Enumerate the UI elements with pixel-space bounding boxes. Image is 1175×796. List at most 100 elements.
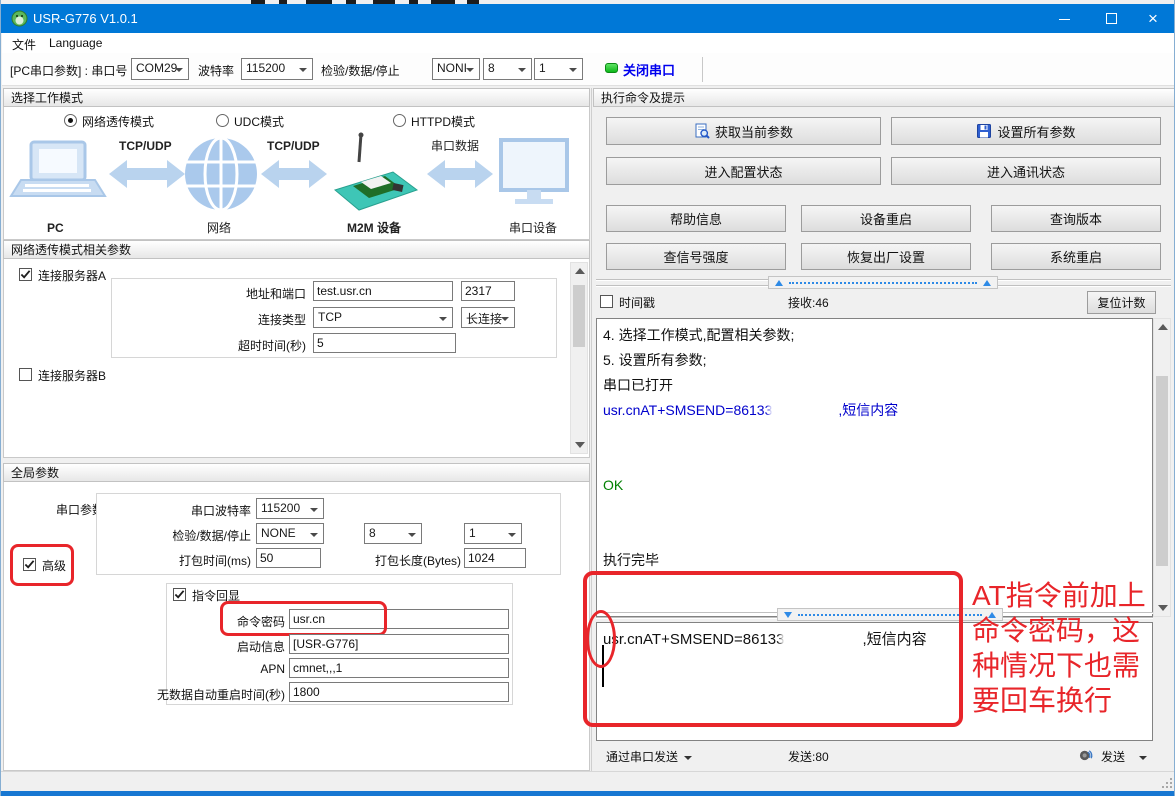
server-b-checkbox[interactable] <box>19 368 32 381</box>
receive-log-scrollbar[interactable] <box>1153 318 1171 617</box>
serial-device-label: 串口设备 <box>509 221 557 235</box>
m2m-device-icon <box>335 133 417 211</box>
radio-httpd-label: HTTPD模式 <box>411 113 475 130</box>
query-version-button[interactable]: 查询版本 <box>991 205 1161 232</box>
log-line: 5. 设置所有参数; <box>603 348 1146 373</box>
device-reboot-button[interactable]: 设备重启 <box>801 205 971 232</box>
echo-label: 指令回显 <box>192 587 240 604</box>
advanced-label: 高级 <box>42 557 66 574</box>
pack-time-label: 打包时间(ms) <box>121 552 251 569</box>
scrollbar-thumb[interactable] <box>1156 376 1168 566</box>
send-button[interactable]: 发送 <box>1101 748 1147 765</box>
scroll-up-icon[interactable] <box>1158 324 1168 330</box>
enter-config-button[interactable]: 进入配置状态 <box>606 157 881 185</box>
factory-reset-button[interactable]: 恢复出厂设置 <box>801 243 971 270</box>
globalparams-group-header: 全局参数 <box>3 463 590 482</box>
get-params-button[interactable]: 获取当前参数 <box>606 117 881 145</box>
pc-label: PC <box>47 221 64 235</box>
chevron-down-icon <box>299 68 307 72</box>
conn-type-select[interactable]: TCP <box>313 307 453 328</box>
gdatabits-select[interactable]: 8 <box>364 523 422 544</box>
databits-select[interactable]: 8 <box>483 58 532 80</box>
parity-select[interactable]: NONI <box>432 58 480 80</box>
set-params-button[interactable]: 设置所有参数 <box>891 117 1161 145</box>
radio-transparent-mode[interactable] <box>64 114 77 127</box>
apn-input[interactable] <box>289 658 509 678</box>
gbaud-select[interactable]: 115200 <box>256 498 324 519</box>
reboot-time-input[interactable] <box>289 682 509 702</box>
advanced-checkbox[interactable] <box>23 558 36 571</box>
scrollbar-thumb[interactable] <box>573 285 585 347</box>
signal-strength-button[interactable]: 查信号强度 <box>606 243 786 270</box>
receive-log[interactable]: 4. 选择工作模式,配置相关参数; 5. 设置所有参数; 串口已打开 usr.c… <box>596 318 1153 617</box>
help-button[interactable]: 帮助信息 <box>606 205 786 232</box>
toolbar-separator <box>702 57 703 82</box>
close-serial-button[interactable]: 关闭串口 <box>623 60 675 79</box>
collapse-up-icon[interactable] <box>983 280 991 286</box>
server-a-port-input[interactable] <box>461 281 515 301</box>
com-port-select[interactable]: COM29 <box>131 58 189 80</box>
gstopbits-select[interactable]: 1 <box>464 523 522 544</box>
gpds-label: 检验/数据/停止 <box>121 527 251 544</box>
echo-checkbox[interactable] <box>173 588 186 601</box>
timestamp-checkbox[interactable] <box>600 295 613 308</box>
chevron-down-icon <box>684 756 692 760</box>
arrow-left-icon <box>109 160 185 188</box>
conn-mode-select[interactable]: 长连接 <box>461 307 515 328</box>
floppy-save-icon <box>976 123 992 139</box>
chevron-down-icon <box>501 317 509 321</box>
minimize-icon <box>1059 19 1070 20</box>
gparity-select[interactable]: NONE <box>256 523 324 544</box>
radio-udc-mode[interactable] <box>216 114 229 127</box>
boot-msg-input[interactable] <box>289 634 509 654</box>
pack-time-input[interactable] <box>256 548 321 568</box>
baud-label: 波特率 <box>198 62 234 79</box>
close-button[interactable]: × <box>1130 4 1175 33</box>
monitor-icon <box>501 140 567 204</box>
timeout-input[interactable] <box>313 333 456 353</box>
link1-label: TCP/UDP <box>119 139 172 153</box>
log-line-ok: OK <box>603 473 1146 498</box>
scroll-down-icon[interactable] <box>1158 605 1168 611</box>
text-caret <box>602 645 604 687</box>
system-reboot-button[interactable]: 系统重启 <box>991 243 1161 270</box>
scroll-down-icon[interactable] <box>575 442 585 448</box>
chevron-down-icon <box>175 68 183 72</box>
reboot-time-label: 无数据自动重启时间(秒) <box>131 686 285 703</box>
minimize-button[interactable] <box>1041 4 1087 33</box>
chevron-down-icon <box>310 533 318 537</box>
netparams-scrollbar[interactable] <box>570 262 588 454</box>
splitter-handle[interactable] <box>768 276 998 289</box>
baud-select[interactable]: 115200 <box>241 58 313 80</box>
send-via-serial-dropdown[interactable]: 通过串口发送 <box>606 748 692 765</box>
menu-language[interactable]: Language <box>49 36 102 50</box>
conn-type-label: 连接类型 <box>181 311 306 328</box>
window-title: USR-G776 V1.0.1 <box>33 11 138 26</box>
cmd-password-input[interactable] <box>289 609 509 629</box>
radio-httpd-mode[interactable] <box>393 114 406 127</box>
server-a-checkbox[interactable] <box>19 268 32 281</box>
collapse-up-icon[interactable] <box>775 280 783 286</box>
chevron-down-icon <box>569 68 577 72</box>
log-line-done: 执行完毕 <box>603 548 1146 573</box>
enter-comm-button[interactable]: 进入通讯状态 <box>891 157 1161 185</box>
app-icon <box>11 10 28 27</box>
chevron-down-icon <box>466 68 474 72</box>
splitter-handle[interactable] <box>777 608 1003 621</box>
stopbits-select[interactable]: 1 <box>534 58 583 80</box>
scroll-up-icon[interactable] <box>575 268 585 274</box>
chevron-down-icon <box>408 533 416 537</box>
reset-count-button[interactable]: 复位计数 <box>1087 291 1156 314</box>
m2m-label: M2M 设备 <box>347 220 402 235</box>
parity-data-stop-label: 检验/数据/停止 <box>321 62 400 79</box>
pc-icon <box>11 142 105 196</box>
menu-file[interactable]: 文件 <box>12 36 36 53</box>
apn-label: APN <box>181 662 285 676</box>
server-a-address-input[interactable] <box>313 281 453 301</box>
collapse-down-icon[interactable] <box>784 612 792 618</box>
pack-len-input[interactable] <box>464 548 526 568</box>
server-a-label: 连接服务器A <box>38 267 106 284</box>
log-line: 串口已打开 <box>603 373 1146 398</box>
maximize-button[interactable] <box>1088 4 1134 33</box>
serial-open-indicator <box>605 63 618 73</box>
